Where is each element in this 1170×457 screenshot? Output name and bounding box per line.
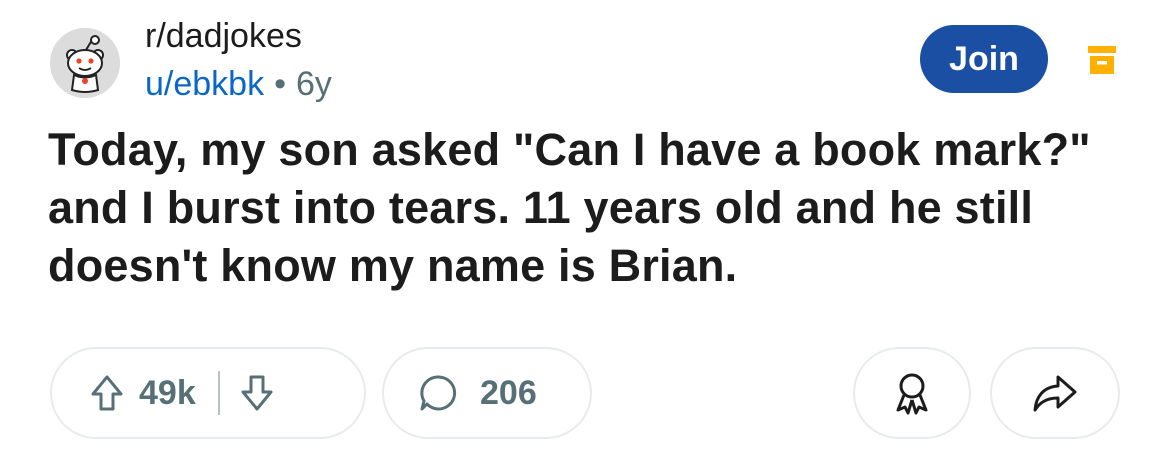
post-meta: u/ebkbk • 6y xyxy=(145,65,332,104)
award-icon xyxy=(890,370,934,416)
join-button[interactable]: Join xyxy=(920,25,1048,93)
post-title[interactable]: Today, my son asked "Can I have a book m… xyxy=(48,121,1128,295)
meta-separator: • xyxy=(274,65,286,103)
subreddit-name[interactable]: r/dadjokes xyxy=(145,17,302,56)
author-link[interactable]: u/ebkbk xyxy=(145,65,264,103)
downvote-arrow-icon[interactable] xyxy=(240,374,274,412)
vote-bar: 49k xyxy=(50,347,366,439)
share-arrow-icon xyxy=(1032,373,1078,413)
upvote-arrow-icon[interactable] xyxy=(90,374,124,412)
award-button[interactable] xyxy=(853,347,971,439)
subreddit-avatar[interactable] xyxy=(50,28,120,98)
comments-button[interactable]: 206 xyxy=(382,347,592,439)
comment-count: 206 xyxy=(480,373,537,412)
share-button[interactable] xyxy=(990,347,1120,439)
post-age: 6y xyxy=(296,65,332,103)
vote-divider xyxy=(217,371,220,415)
reddit-snoo-icon xyxy=(50,28,120,98)
vote-score: 49k xyxy=(139,373,196,412)
comment-bubble-icon xyxy=(418,373,458,413)
archive-icon[interactable] xyxy=(1087,44,1117,76)
